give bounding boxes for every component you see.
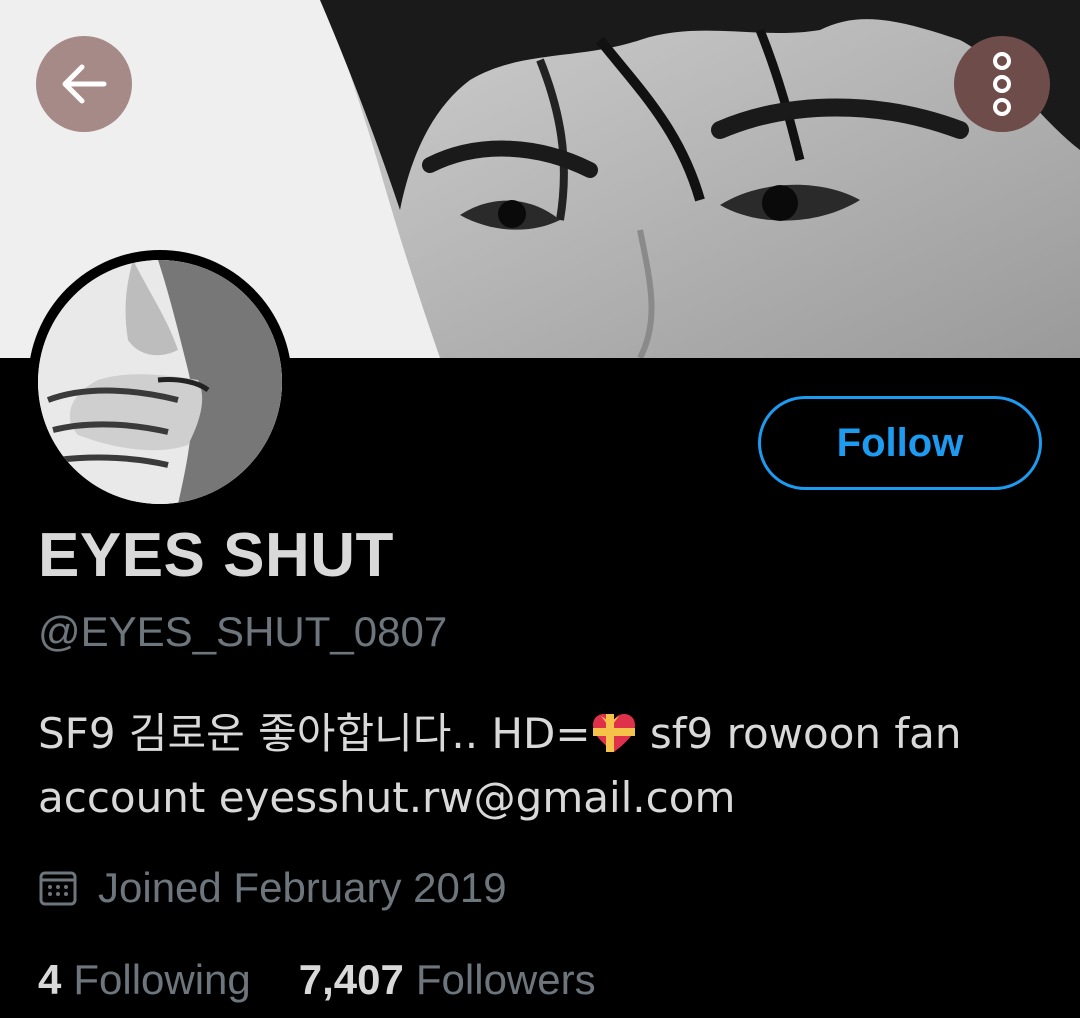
follow-button[interactable]: Follow	[758, 396, 1042, 490]
handle: @EYES_SHUT_0807	[38, 608, 448, 655]
bio-text: sf9 rowoon fan	[636, 709, 962, 758]
display-name: EYES SHUT	[38, 521, 394, 590]
bio: SF9 김로운 좋아합니다.. HD= sf9 rowoon fan accou…	[38, 702, 1038, 830]
bio-text: account	[38, 773, 219, 822]
bio-email-link[interactable]: eyesshut.rw@gmail.com	[219, 773, 736, 822]
bio-line-2: account eyesshut.rw@gmail.com	[38, 766, 1038, 830]
bio-text: SF9 김로운 좋아합니다.. HD=	[38, 709, 591, 758]
following-label: Following	[73, 956, 251, 1003]
heart-with-ribbon-icon	[592, 714, 635, 752]
calendar-icon	[38, 868, 78, 908]
following-stat[interactable]: 4 Following	[38, 956, 251, 1004]
bio-line-1: SF9 김로운 좋아합니다.. HD= sf9 rowoon fan	[38, 702, 1038, 766]
followers-stat[interactable]: 7,407 Followers	[299, 956, 596, 1004]
followers-count: 7,407	[298, 956, 404, 1003]
following-count: 4	[38, 956, 62, 1003]
more-options-button[interactable]	[954, 36, 1050, 132]
followers-label: Followers	[415, 956, 596, 1003]
follow-stats: 4 Following 7,407 Followers	[38, 956, 644, 1004]
joined-text: Joined February 2019	[98, 864, 507, 911]
joined-date: Joined February 2019	[38, 864, 507, 912]
back-button[interactable]	[36, 36, 132, 132]
avatar-photo	[38, 260, 282, 504]
arrow-left-icon	[62, 64, 107, 104]
avatar[interactable]	[28, 250, 292, 514]
vertical-ellipsis-icon	[993, 52, 1011, 116]
